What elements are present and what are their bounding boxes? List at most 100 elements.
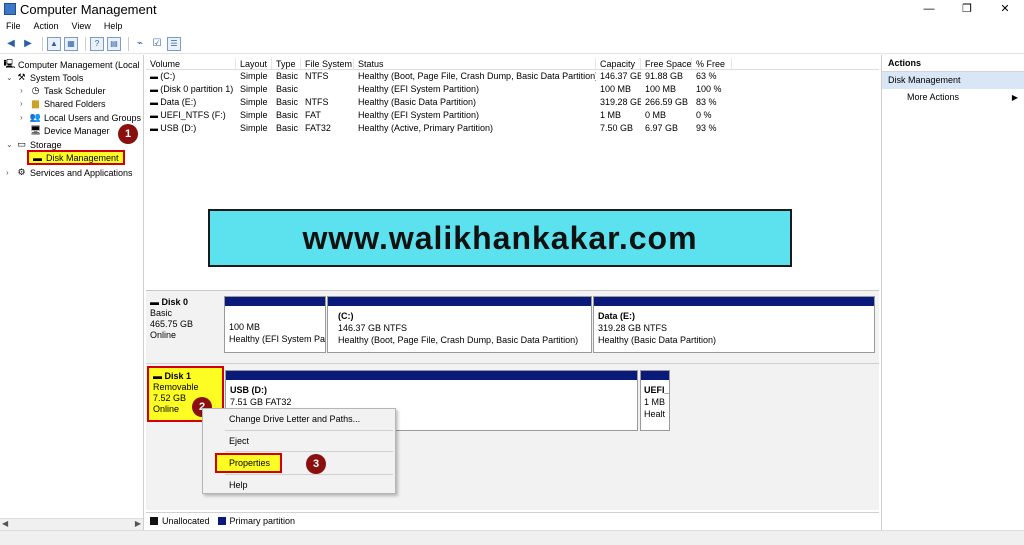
column-file-system[interactable]: File System bbox=[301, 58, 354, 69]
menu-separator bbox=[225, 451, 393, 452]
tree-item-system-tools[interactable]: ⌄ ⚒ System Tools bbox=[6, 71, 83, 84]
partition-status: Healthy (Basic Data Partition) bbox=[598, 335, 717, 345]
help-item[interactable]: Help bbox=[203, 476, 397, 494]
disk-size: 465.75 GB bbox=[150, 319, 194, 329]
partition-status: Healthy (Boot, Page File, Crash Dump, Ba… bbox=[338, 335, 579, 345]
expand-icon[interactable]: › bbox=[20, 99, 28, 108]
cell-text: Data (E:) bbox=[160, 97, 197, 107]
horizontal-scrollbar[interactable]: ◀ ▶ bbox=[0, 518, 143, 530]
tree-item-services[interactable]: › ⚙ Services and Applications bbox=[6, 166, 133, 179]
table-cell: 91.88 GB bbox=[641, 70, 692, 83]
collapse-icon[interactable]: ⌄ bbox=[6, 73, 14, 82]
status-bar bbox=[0, 530, 1024, 545]
step-badge-3: 3 bbox=[306, 454, 326, 474]
column-capacity[interactable]: Capacity bbox=[596, 58, 641, 69]
volume-icon: ▬ bbox=[150, 72, 161, 81]
menu-action[interactable]: Action bbox=[34, 21, 59, 31]
column-status[interactable]: Status bbox=[354, 58, 596, 69]
menu-help[interactable]: Help bbox=[104, 21, 123, 31]
window-title: Computer Management bbox=[20, 1, 157, 17]
close-button[interactable]: ✕ bbox=[986, 0, 1024, 18]
table-cell: FAT bbox=[301, 109, 354, 122]
partition-data-e[interactable]: Data (E:) 319.28 GB NTFS Healthy (Basic … bbox=[593, 296, 875, 353]
connect-icon[interactable]: ⌁ bbox=[133, 37, 147, 51]
restore-button[interactable]: ❐ bbox=[948, 0, 986, 18]
legend: Unallocated Primary partition bbox=[146, 512, 879, 528]
column-type[interactable]: Type bbox=[272, 58, 301, 69]
actions-header: Actions bbox=[882, 55, 1024, 72]
tree-item-root[interactable]: 🖳 Computer Management (Local bbox=[4, 58, 140, 71]
minimize-button[interactable]: — bbox=[910, 0, 948, 18]
watermark-banner: www.walikhankakar.com bbox=[208, 209, 792, 267]
partition-status: Healthy (EFI System Pa bbox=[229, 334, 325, 344]
menu-bar: File Action View Help bbox=[0, 18, 1024, 33]
help-icon[interactable]: ? bbox=[90, 36, 104, 51]
properties-icon[interactable]: ▤ bbox=[107, 36, 121, 51]
device-manager-icon: 🖥 bbox=[29, 125, 42, 135]
tree-item-disk-management[interactable]: ▬ Disk Management bbox=[32, 151, 119, 164]
up-folder-icon[interactable]: ▲ bbox=[47, 36, 61, 51]
partition-c[interactable]: (C:) 146.37 GB NTFS Healthy (Boot, Page … bbox=[327, 296, 592, 353]
scroll-right-icon[interactable]: ▶ bbox=[135, 519, 141, 528]
cell-text: 93 % bbox=[696, 123, 717, 133]
partition-efi-disk0[interactable]: 100 MB Healthy (EFI System Pa bbox=[224, 296, 326, 353]
more-actions-item[interactable]: More Actions ▶ bbox=[882, 89, 1024, 106]
disk-state: Online bbox=[150, 330, 177, 340]
collapse-icon[interactable]: ⌄ bbox=[6, 140, 14, 149]
cell-text: Healthy (EFI System Partition) bbox=[358, 84, 480, 94]
expand-icon[interactable]: › bbox=[20, 86, 28, 95]
column-free-space[interactable]: Free Space bbox=[641, 58, 692, 69]
tree-item-shared-folders[interactable]: › ▆ Shared Folders bbox=[20, 97, 106, 110]
table-cell: 100 MB bbox=[641, 83, 692, 96]
cell-text: 100 MB bbox=[645, 84, 677, 94]
table-row[interactable]: ▬ (Disk 0 partition 1) Simple Basic Healthy… bbox=[146, 83, 879, 96]
expand-icon[interactable]: › bbox=[6, 168, 14, 177]
table-cell: Simple bbox=[236, 109, 272, 122]
tree-item-label: Task Scheduler bbox=[44, 85, 106, 96]
back-arrow-icon[interactable]: ◀ bbox=[4, 37, 18, 51]
check-icon[interactable]: ☑ bbox=[150, 37, 164, 51]
expand-icon[interactable]: › bbox=[20, 113, 28, 122]
cell-text: Simple bbox=[240, 97, 268, 107]
table-cell: 319.28 GB bbox=[596, 96, 641, 109]
tree-item-device-manager[interactable]: 🖥 Device Manager bbox=[30, 124, 110, 137]
show-hide-tree-icon[interactable]: ▦ bbox=[64, 36, 78, 51]
column-layout[interactable]: Layout bbox=[236, 58, 272, 69]
eject-item[interactable]: Eject bbox=[203, 432, 397, 450]
toolbar-separator bbox=[85, 36, 86, 51]
table-row[interactable]: ▬ (C:) Simple Basic NTFS Healthy (Boot, Page… bbox=[146, 70, 879, 83]
disk-0-label[interactable]: ▬ Disk 0 Basic 465.75 GB Online bbox=[150, 297, 193, 341]
properties-item[interactable]: Properties bbox=[203, 454, 397, 472]
column-volume[interactable]: Volume bbox=[146, 58, 236, 69]
partition-uefi-ntfs[interactable]: UEFI_ 1 MB Healt bbox=[640, 370, 670, 431]
tree-item-label: System Tools bbox=[30, 72, 84, 83]
scroll-left-icon[interactable]: ◀ bbox=[2, 519, 8, 528]
cell-text: FAT32 bbox=[305, 123, 331, 133]
disk-separator bbox=[146, 363, 879, 364]
cell-text: Basic bbox=[276, 71, 299, 81]
tree-item-label: Computer Management (Local bbox=[18, 59, 140, 70]
menu-file[interactable]: File bbox=[6, 21, 21, 31]
cell-text: 91.88 GB bbox=[645, 71, 684, 81]
actions-section-disk-management[interactable]: Disk Management bbox=[882, 72, 1024, 89]
table-cell: 6.97 GB bbox=[641, 122, 692, 135]
actions-pane: Actions Disk Management More Actions ▶ bbox=[881, 55, 1024, 530]
cell-text: 146.37 GB bbox=[600, 71, 641, 81]
table-row[interactable]: ▬ Data (E:) Simple Basic NTFS Healthy (Basic… bbox=[146, 96, 879, 109]
table-row[interactable]: ▬ UEFI_NTFS (F:) Simple Basic FAT Healthy (E… bbox=[146, 109, 879, 122]
column-percent-free[interactable]: % Free bbox=[692, 58, 732, 69]
menu-view[interactable]: View bbox=[72, 21, 91, 31]
tree-item-local-users[interactable]: › 👥 Local Users and Groups bbox=[20, 111, 141, 124]
change-drive-letter-item[interactable]: Change Drive Letter and Paths... bbox=[203, 410, 397, 428]
toolbar-separator bbox=[128, 36, 129, 51]
volume-cell: ▬ (Disk 0 partition 1) bbox=[146, 83, 236, 96]
table-row[interactable]: ▬ USB (D:) Simple Basic FAT32 Healthy (Activ… bbox=[146, 122, 879, 135]
cell-text: Healthy (EFI System Partition) bbox=[358, 110, 480, 120]
forward-arrow-icon[interactable]: ▶ bbox=[21, 37, 35, 51]
cell-text: 0 % bbox=[696, 110, 712, 120]
table-cell: 0 MB bbox=[641, 109, 692, 122]
list-view-icon[interactable]: ☰ bbox=[167, 36, 181, 51]
table-cell: FAT32 bbox=[301, 122, 354, 135]
tree-item-task-scheduler[interactable]: › ◷ Task Scheduler bbox=[20, 84, 106, 97]
partition-title: (C:) bbox=[338, 311, 354, 321]
